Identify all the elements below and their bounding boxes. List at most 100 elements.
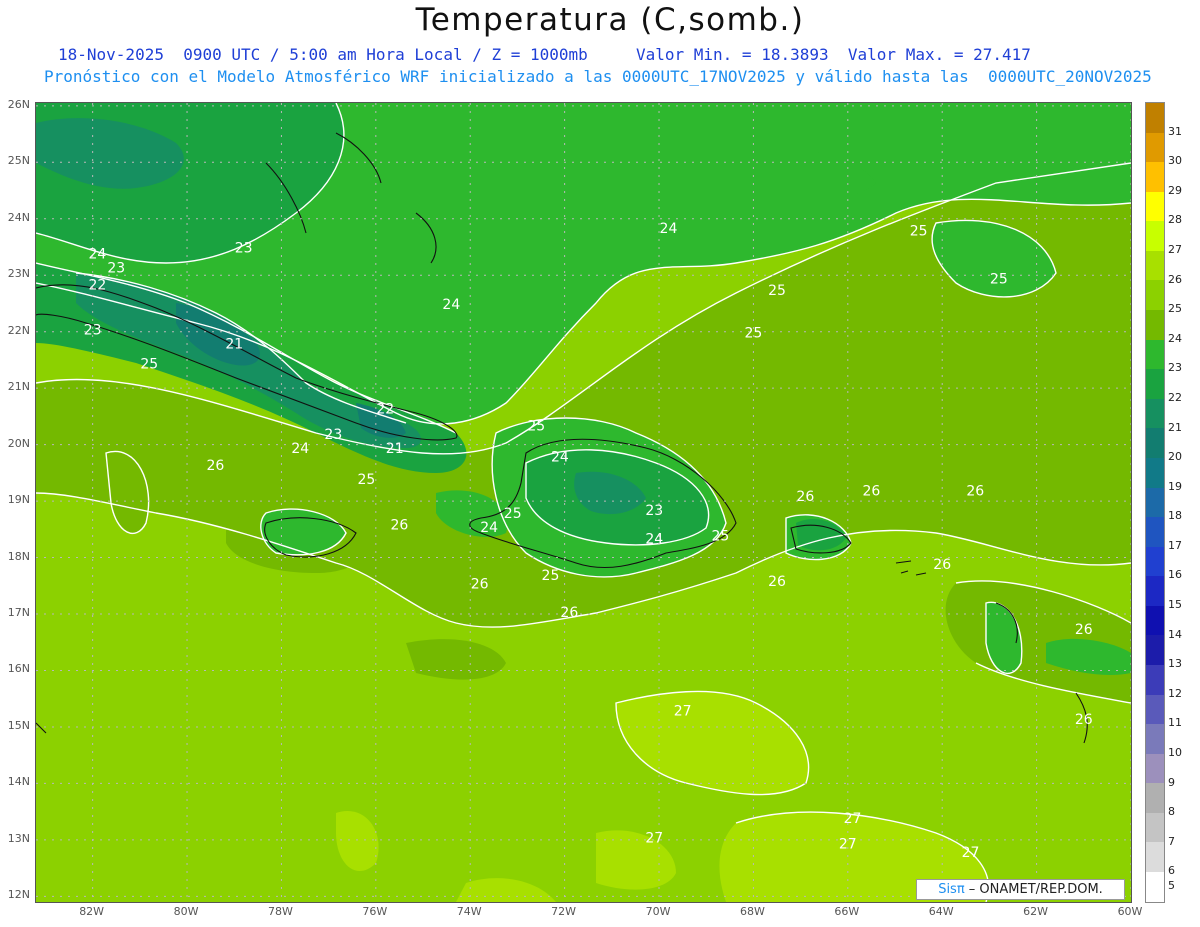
colorbar-label: 27 [1168, 242, 1182, 256]
colorbar-segment [1146, 783, 1164, 813]
latitude-tick-label: 20N [7, 436, 30, 450]
colorbar-label: 6 [1168, 864, 1175, 878]
colorbar-label: 11 [1168, 716, 1182, 730]
map-title: Temperatura (C,somb.) [415, 2, 805, 38]
contour-label: 25 [140, 356, 158, 372]
colorbar-segment [1146, 369, 1164, 399]
colorbar-label: 22 [1168, 390, 1182, 404]
latitude-tick-label: 21N [7, 380, 30, 394]
longitude-tick-label: 74W [456, 905, 482, 918]
contour-label: 22 [88, 277, 106, 293]
contour-label: 26 [1075, 712, 1093, 728]
forecast-time-subtitle: 18-Nov-2025 0900 UTC / 5:00 am Hora Loca… [58, 45, 1031, 64]
model-info-subtitle: Pronóstico con el Modelo Atmosférico WRF… [44, 67, 1152, 86]
contour-label: 23 [645, 503, 663, 519]
contour-label: 26 [768, 574, 786, 590]
latitude-tick-label: 18N [7, 549, 30, 563]
contour-label: 21 [225, 337, 243, 353]
colorbar-label: 12 [1168, 686, 1182, 700]
colorbar-label: 5 [1168, 879, 1175, 893]
map-canvas: 23242322232125222324 21252626242425252524… [36, 103, 1131, 902]
colorbar-segment [1146, 310, 1164, 340]
colorbar-segment [1146, 724, 1164, 754]
contour-label: 25 [910, 224, 928, 240]
contour-label: 27 [844, 811, 862, 827]
contour-label: 27 [962, 845, 980, 861]
contour-label: 25 [504, 506, 522, 522]
colorbar-segment [1146, 753, 1164, 784]
colorbar-segment [1146, 221, 1164, 251]
latitude-tick-label: 22N [7, 323, 30, 337]
colorbar-label: 25 [1168, 302, 1182, 316]
longitude-tick-label: 64W [928, 905, 954, 918]
contour-label: 26 [862, 483, 880, 499]
latitude-tick-label: 14N [7, 775, 30, 789]
longitude-tick-label: 72W [551, 905, 577, 918]
colorbar-segment [1146, 664, 1164, 695]
colorbar-segment [1146, 546, 1164, 577]
colorbar-label: 20 [1168, 450, 1182, 464]
contour-label: 25 [357, 472, 375, 488]
credit-text: – ONAMET/REP.DOM. [964, 882, 1103, 897]
colorbar-label: 13 [1168, 657, 1182, 671]
longitude-tick-label: 60W [1117, 905, 1143, 918]
contour-label: 23 [84, 323, 102, 339]
colorbar-segment [1146, 428, 1164, 458]
colorbar-segment [1146, 872, 1164, 902]
latitude-tick-label: 23N [7, 267, 30, 281]
colorbar-segment [1146, 191, 1164, 222]
sis-logo-text: Sisπ [938, 882, 965, 897]
latitude-tick-label: 25N [7, 154, 30, 168]
colorbar-label: 14 [1168, 627, 1182, 641]
contour-label: 25 [527, 419, 545, 435]
latitude-tick-label: 17N [7, 606, 30, 620]
colorbar-segment [1146, 457, 1164, 488]
colorbar-label: 10 [1168, 746, 1182, 760]
longitude-tick-label: 76W [362, 905, 388, 918]
colorbar-label: 23 [1168, 361, 1182, 375]
contour-label: 27 [674, 704, 692, 720]
colorbar-label: 8 [1168, 805, 1175, 819]
contour-label: 24 [291, 441, 309, 457]
contour-label: 24 [551, 450, 569, 466]
colorbar-label: 17 [1168, 538, 1182, 552]
latitude-tick-label: 12N [7, 888, 30, 902]
contour-label: 27 [645, 831, 663, 847]
longitude-tick-label: 68W [739, 905, 765, 918]
colorbar-label: 24 [1168, 331, 1182, 345]
colorbar-label: 21 [1168, 420, 1182, 434]
colorbar-label: 7 [1168, 834, 1175, 848]
colorbar-segment [1146, 103, 1164, 133]
colorbar-label: 30 [1168, 154, 1182, 168]
colorbar-label: 19 [1168, 479, 1182, 493]
contour-label: 25 [744, 325, 762, 341]
colorbar-segment [1146, 694, 1164, 725]
colorbar-label: 9 [1168, 775, 1175, 789]
longitude-tick-label: 62W [1023, 905, 1049, 918]
contour-label: 26 [206, 458, 224, 474]
colorbar-segment [1146, 162, 1164, 192]
colorbar-segment [1146, 280, 1164, 311]
contour-label: 23 [235, 241, 253, 257]
colorbar-segment [1146, 132, 1164, 163]
contour-label: 23 [324, 427, 342, 443]
contour-label: 26 [966, 483, 984, 499]
colorbar-segment [1146, 250, 1164, 281]
contour-label: 27 [839, 836, 857, 852]
longitude-tick-label: 80W [173, 905, 199, 918]
colorbar-label: 16 [1168, 568, 1182, 582]
contour-label: 26 [560, 605, 578, 621]
contour-label: 25 [990, 272, 1008, 288]
contour-label: 25 [768, 283, 786, 299]
latitude-tick-label: 26N [7, 97, 30, 111]
colorbar-segment [1146, 487, 1164, 518]
colorbar-segment [1146, 842, 1164, 873]
latitude-tick-label: 13N [7, 831, 30, 845]
longitude-tick-label: 70W [645, 905, 671, 918]
colorbar-segment [1146, 517, 1164, 547]
longitude-tick-label: 78W [267, 905, 293, 918]
contour-label: 25 [711, 529, 729, 545]
colorbar-segment [1146, 605, 1164, 636]
contour-label: 26 [391, 517, 409, 533]
contour-label: 24 [88, 246, 106, 262]
